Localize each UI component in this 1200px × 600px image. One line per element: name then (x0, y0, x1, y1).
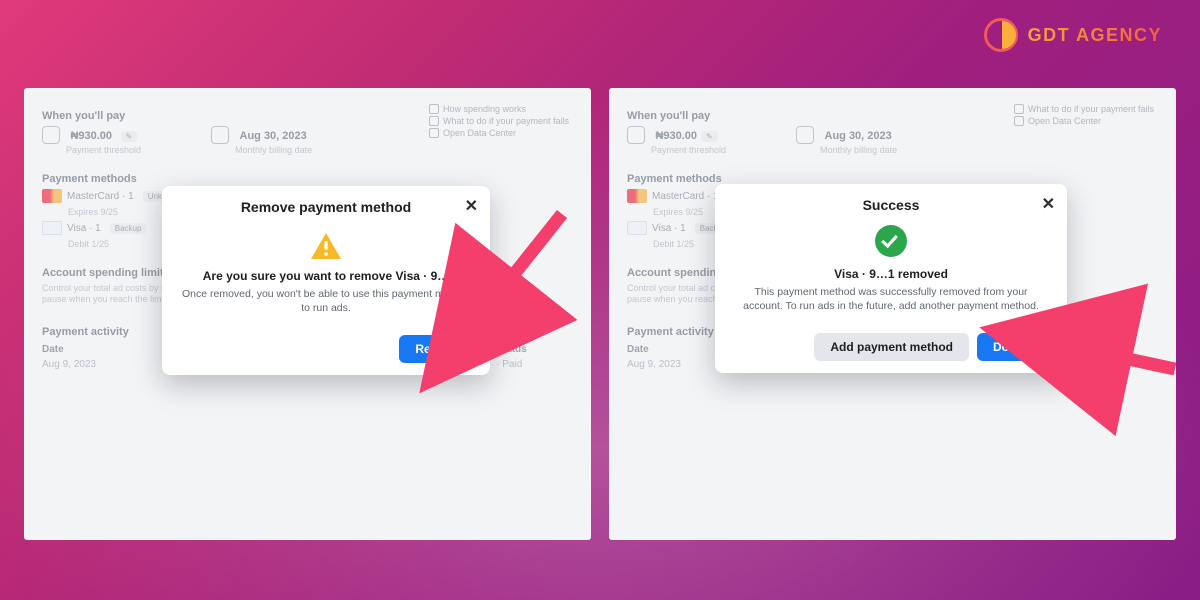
add-payment-method-button[interactable]: Add payment method (814, 333, 969, 361)
warning-icon (309, 231, 343, 261)
right-screenshot-panel: What to do if your payment fails Open Da… (609, 88, 1176, 540)
close-icon[interactable]: ✕ (465, 196, 478, 216)
close-icon[interactable]: ✕ (1042, 194, 1055, 214)
cursor-icon (448, 358, 460, 377)
cursor-icon (1027, 340, 1039, 354)
success-description: This payment method was successfully rem… (735, 285, 1047, 313)
remove-button[interactable]: Remove (399, 335, 478, 363)
confirm-description: Once removed, you won't be able to use t… (182, 287, 470, 315)
left-screenshot-panel: How spending works What to do if your pa… (24, 88, 591, 540)
confirm-headline: Are you sure you want to remove Visa · 9… (182, 269, 470, 283)
done-button[interactable]: Done (977, 333, 1055, 361)
brand-name: GDT AGENCY (1028, 25, 1162, 46)
success-headline: Visa · 9…1 removed (735, 267, 1047, 281)
brand-logo-icon (984, 18, 1018, 52)
success-check-icon (875, 225, 907, 257)
remove-payment-modal: ✕ Remove payment method Are you sure you… (162, 186, 490, 375)
success-modal: ✕ Success Visa · 9…1 removed This paymen… (715, 184, 1067, 373)
brand-logo-container: GDT AGENCY (984, 18, 1162, 52)
modal-title: Success (715, 184, 1067, 213)
done-button-label: Done (993, 340, 1023, 354)
modal-title: Remove payment method (162, 186, 490, 215)
